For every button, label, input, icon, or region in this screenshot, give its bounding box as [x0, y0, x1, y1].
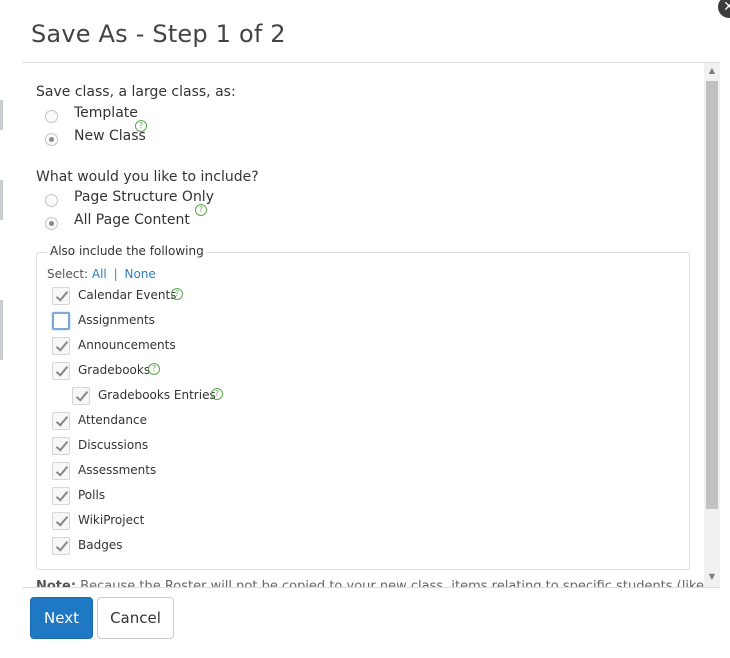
- note-text: Because the Roster will not be copied to…: [76, 579, 704, 587]
- select-none-link[interactable]: None: [124, 267, 155, 281]
- checkbox[interactable]: [52, 537, 70, 555]
- dialog-body: Save class, a large class, as: Template …: [22, 63, 704, 587]
- backdrop-stripe: [0, 180, 3, 220]
- radio-label: Template: [74, 105, 138, 121]
- help-icon[interactable]: ?: [195, 204, 207, 216]
- radio-label: New Class: [74, 128, 146, 144]
- radio-label: Page Structure Only: [74, 189, 214, 205]
- checkbox-label: WikiProject: [78, 513, 145, 527]
- checkbox-label: Calendar Events: [78, 288, 177, 302]
- checkbox[interactable]: [52, 337, 70, 355]
- checkbox-label: Announcements: [78, 338, 176, 352]
- roster-note: Note: Because the Roster will not be cop…: [36, 579, 704, 587]
- next-button[interactable]: Next: [30, 597, 93, 639]
- checkbox-label: Assignments: [78, 313, 155, 327]
- radio-button[interactable]: [45, 133, 58, 146]
- checkbox[interactable]: [52, 287, 70, 305]
- checkbox-label: Discussions: [78, 438, 149, 452]
- checkbox-label: Badges: [78, 538, 123, 552]
- select-all-none: Select: All | None: [47, 267, 156, 281]
- save-as-label: Save class, a large class, as:: [36, 84, 236, 100]
- radio-label: All Page Content: [74, 212, 190, 228]
- note-bold: Note:: [36, 579, 77, 587]
- checkbox[interactable]: [52, 412, 70, 430]
- select-prefix: Select:: [47, 267, 89, 281]
- help-icon[interactable]: ?: [171, 288, 183, 300]
- help-icon[interactable]: ?: [135, 120, 147, 132]
- checkbox[interactable]: [52, 362, 70, 380]
- scroll-down-icon[interactable]: ▼: [704, 569, 720, 585]
- also-include-fieldset: Also include the following Select: All |…: [36, 244, 690, 570]
- checkbox-label: Attendance: [78, 413, 147, 427]
- checkbox-label: Polls: [78, 488, 106, 502]
- cancel-button[interactable]: Cancel: [97, 597, 174, 639]
- help-icon[interactable]: ?: [148, 363, 160, 375]
- checkbox-label: Gradebooks Entries: [98, 388, 216, 402]
- radio-button[interactable]: [45, 217, 58, 230]
- checkbox[interactable]: [72, 387, 90, 405]
- scroll-thumb[interactable]: [706, 81, 718, 509]
- include-label: What would you like to include?: [36, 169, 259, 185]
- checkbox[interactable]: [52, 462, 70, 480]
- backdrop-stripe: [0, 300, 3, 360]
- vertical-scrollbar[interactable]: ▲ ▼: [704, 63, 720, 587]
- footer-divider: [22, 587, 720, 588]
- checkbox[interactable]: [52, 437, 70, 455]
- page-backdrop: [0, 0, 22, 658]
- select-all-link[interactable]: All: [92, 267, 107, 281]
- checkbox-label: Assessments: [78, 463, 157, 477]
- checkbox-label: Gradebooks: [78, 363, 151, 377]
- fieldset-legend: Also include the following: [47, 244, 207, 258]
- close-icon[interactable]: ✕: [718, 0, 730, 18]
- backdrop-stripe: [0, 100, 3, 130]
- radio-button[interactable]: [45, 110, 58, 123]
- checkbox[interactable]: [52, 312, 70, 330]
- radio-button[interactable]: [45, 194, 58, 207]
- checkbox[interactable]: [52, 512, 70, 530]
- scroll-up-icon[interactable]: ▲: [704, 63, 720, 79]
- help-icon[interactable]: ?: [211, 388, 223, 400]
- checkbox[interactable]: [52, 487, 70, 505]
- select-separator: |: [113, 267, 118, 281]
- dialog-title: Save As - Step 1 of 2: [31, 20, 286, 48]
